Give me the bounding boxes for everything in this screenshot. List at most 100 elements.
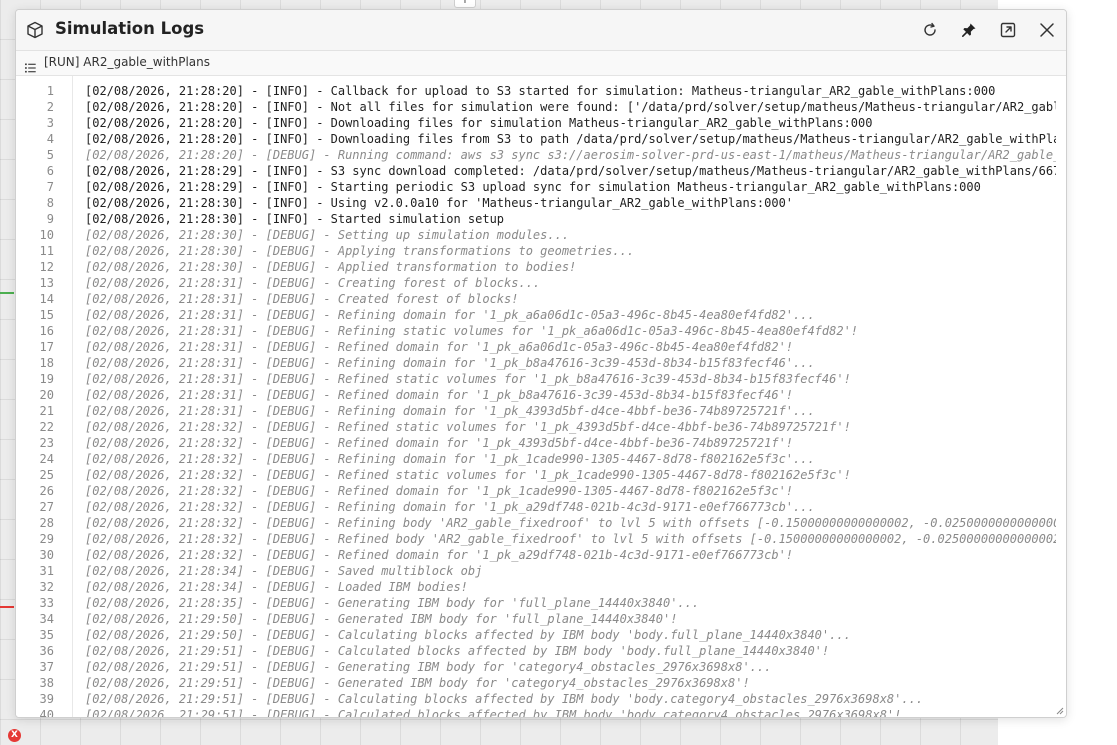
log-line: 28 [02/08/2026, 21:28:32] - [DEBUG] - Ref… xyxy=(16,515,1056,531)
line-number: 27 xyxy=(39,500,54,514)
log-line: 30 [02/08/2026, 21:28:32] - [DEBUG] - Ref… xyxy=(16,547,1056,563)
line-number: 8 xyxy=(46,196,54,210)
log-text: [02/08/2026, 21:28:20] - [INFO] - Callba… xyxy=(85,84,996,98)
log-text: [02/08/2026, 21:28:31] - [DEBUG] - Refin… xyxy=(85,388,794,402)
log-line: 3 [02/08/2026, 21:28:20] - [INFO] - Downl… xyxy=(16,115,1056,131)
log-line: 6 [02/08/2026, 21:28:29] - [INFO] - S3 sy… xyxy=(16,163,1056,179)
log-line: 34 [02/08/2026, 21:29:50] - [DEBUG] - Gen… xyxy=(16,611,1056,627)
log-line: 23 [02/08/2026, 21:28:32] - [DEBUG] - Ref… xyxy=(16,435,1056,451)
log-text: [02/08/2026, 21:28:30] - [INFO] - Starte… xyxy=(85,212,505,226)
line-number: 31 xyxy=(39,564,54,578)
refresh-button[interactable] xyxy=(919,19,941,41)
log-text: [02/08/2026, 21:28:31] - [DEBUG] - Creat… xyxy=(85,292,519,306)
line-number: 12 xyxy=(39,260,54,274)
line-number: 11 xyxy=(39,244,54,258)
line-number: 40 xyxy=(39,708,54,717)
log-text: [02/08/2026, 21:28:20] - [DEBUG] - Runni… xyxy=(85,148,1056,162)
viewport-add-handle[interactable]: + xyxy=(454,0,476,8)
log-line: 29 [02/08/2026, 21:28:32] - [DEBUG] - Ref… xyxy=(16,531,1056,547)
open-external-button[interactable] xyxy=(997,19,1019,41)
line-number: 2 xyxy=(46,100,54,114)
log-text: [02/08/2026, 21:28:29] - [INFO] - Starti… xyxy=(85,180,981,194)
log-line: 9 [02/08/2026, 21:28:30] - [INFO] - Start… xyxy=(16,211,1056,227)
list-icon[interactable] xyxy=(25,58,36,77)
log-text: [02/08/2026, 21:28:30] - [DEBUG] - Apply… xyxy=(85,244,635,258)
log-line: 4 [02/08/2026, 21:28:20] - [INFO] - Downl… xyxy=(16,131,1056,147)
log-line: 25 [02/08/2026, 21:28:32] - [DEBUG] - Ref… xyxy=(16,467,1056,483)
line-number: 30 xyxy=(39,548,54,562)
line-number: 35 xyxy=(39,628,54,642)
resize-grip-icon[interactable] xyxy=(1054,705,1064,715)
log-line: 20 [02/08/2026, 21:28:31] - [DEBUG] - Ref… xyxy=(16,387,1056,403)
line-number: 33 xyxy=(39,596,54,610)
dialog-title: Simulation Logs xyxy=(55,19,205,38)
line-number: 21 xyxy=(39,404,54,418)
close-button[interactable] xyxy=(1036,19,1058,41)
log-text: [02/08/2026, 21:28:20] - [INFO] - Downlo… xyxy=(85,132,1056,146)
log-line: 24 [02/08/2026, 21:28:32] - [DEBUG] - Ref… xyxy=(16,451,1056,467)
line-number: 28 xyxy=(39,516,54,530)
run-selector-bar: [RUN] AR2_gable_withPlans xyxy=(16,51,1066,76)
log-text: [02/08/2026, 21:28:32] - [DEBUG] - Refin… xyxy=(85,532,1056,546)
line-number: 14 xyxy=(39,292,54,306)
log-line: 40 [02/08/2026, 21:29:51] - [DEBUG] - Cal… xyxy=(16,707,1056,717)
line-number: 16 xyxy=(39,324,54,338)
log-line: 12 [02/08/2026, 21:28:30] - [DEBUG] - App… xyxy=(16,259,1056,275)
log-line: 1 [02/08/2026, 21:28:20] - [INFO] - Callb… xyxy=(16,83,1056,99)
line-number: 7 xyxy=(46,180,54,194)
axis-marker-green xyxy=(0,292,14,294)
log-line: 5 [02/08/2026, 21:28:20] - [DEBUG] - Runn… xyxy=(16,147,1056,163)
log-line: 39 [02/08/2026, 21:29:51] - [DEBUG] - Cal… xyxy=(16,691,1056,707)
log-text: [02/08/2026, 21:28:34] - [DEBUG] - Saved… xyxy=(85,564,483,578)
cube-icon xyxy=(26,21,44,39)
line-number: 5 xyxy=(46,148,54,162)
dialog-titlebar[interactable]: Simulation Logs xyxy=(16,10,1066,51)
log-line: 10 [02/08/2026, 21:28:30] - [DEBUG] - Set… xyxy=(16,227,1056,243)
line-number: 20 xyxy=(39,388,54,402)
pin-icon xyxy=(962,23,976,37)
line-number: 38 xyxy=(39,676,54,690)
line-number: 4 xyxy=(46,132,54,146)
log-line: 11 [02/08/2026, 21:28:30] - [DEBUG] - App… xyxy=(16,243,1056,259)
log-line: 18 [02/08/2026, 21:28:31] - [DEBUG] - Ref… xyxy=(16,355,1056,371)
log-line: 13 [02/08/2026, 21:28:31] - [DEBUG] - Cre… xyxy=(16,275,1056,291)
line-number: 10 xyxy=(39,228,54,242)
log-text: [02/08/2026, 21:29:51] - [DEBUG] - Calcu… xyxy=(85,708,902,717)
refresh-icon xyxy=(924,22,936,36)
log-text: [02/08/2026, 21:28:32] - [DEBUG] - Refin… xyxy=(85,436,794,450)
line-number: 39 xyxy=(39,692,54,706)
log-text: [02/08/2026, 21:28:31] - [DEBUG] - Refin… xyxy=(85,340,794,354)
log-text: [02/08/2026, 21:28:30] - [DEBUG] - Setti… xyxy=(85,228,570,242)
log-line: 21 [02/08/2026, 21:28:31] - [DEBUG] - Ref… xyxy=(16,403,1056,419)
log-text: [02/08/2026, 21:28:35] - [DEBUG] - Gener… xyxy=(85,596,700,610)
pin-button[interactable] xyxy=(958,19,980,41)
log-line: 27 [02/08/2026, 21:28:32] - [DEBUG] - Ref… xyxy=(16,499,1056,515)
open-external-icon xyxy=(1000,22,1016,38)
log-text: [02/08/2026, 21:28:34] - [DEBUG] - Loade… xyxy=(85,580,468,594)
line-number: 29 xyxy=(39,532,54,546)
log-text: [02/08/2026, 21:28:32] - [DEBUG] - Refin… xyxy=(85,484,794,498)
log-line: 15 [02/08/2026, 21:28:31] - [DEBUG] - Ref… xyxy=(16,307,1056,323)
x-axis-badge: X xyxy=(8,729,21,742)
log-text: [02/08/2026, 21:29:51] - [DEBUG] - Calcu… xyxy=(85,644,830,658)
close-icon xyxy=(1040,23,1054,37)
line-number: 17 xyxy=(39,340,54,354)
log-line: 33 [02/08/2026, 21:28:35] - [DEBUG] - Gen… xyxy=(16,595,1056,611)
line-number: 18 xyxy=(39,356,54,370)
log-line: 22 [02/08/2026, 21:28:32] - [DEBUG] - Ref… xyxy=(16,419,1056,435)
log-line: 26 [02/08/2026, 21:28:32] - [DEBUG] - Ref… xyxy=(16,483,1056,499)
log-text: [02/08/2026, 21:28:32] - [DEBUG] - Refin… xyxy=(85,516,1056,530)
log-viewer[interactable]: 1 [02/08/2026, 21:28:20] - [INFO] - Callb… xyxy=(16,76,1066,717)
log-line: 8 [02/08/2026, 21:28:30] - [INFO] - Using… xyxy=(16,195,1056,211)
log-text: [02/08/2026, 21:28:32] - [DEBUG] - Refin… xyxy=(85,468,851,482)
log-line: 38 [02/08/2026, 21:29:51] - [DEBUG] - Gen… xyxy=(16,675,1056,691)
log-text: [02/08/2026, 21:28:31] - [DEBUG] - Refin… xyxy=(85,308,815,322)
log-text: [02/08/2026, 21:28:32] - [DEBUG] - Refin… xyxy=(85,500,815,514)
log-text: [02/08/2026, 21:29:50] - [DEBUG] - Calcu… xyxy=(85,628,851,642)
log-text: [02/08/2026, 21:28:29] - [INFO] - S3 syn… xyxy=(85,164,1056,178)
log-text: [02/08/2026, 21:28:32] - [DEBUG] - Refin… xyxy=(85,420,851,434)
line-number: 3 xyxy=(46,116,54,130)
line-number: 6 xyxy=(46,164,54,178)
line-number: 22 xyxy=(39,420,54,434)
log-line: 14 [02/08/2026, 21:28:31] - [DEBUG] - Cre… xyxy=(16,291,1056,307)
